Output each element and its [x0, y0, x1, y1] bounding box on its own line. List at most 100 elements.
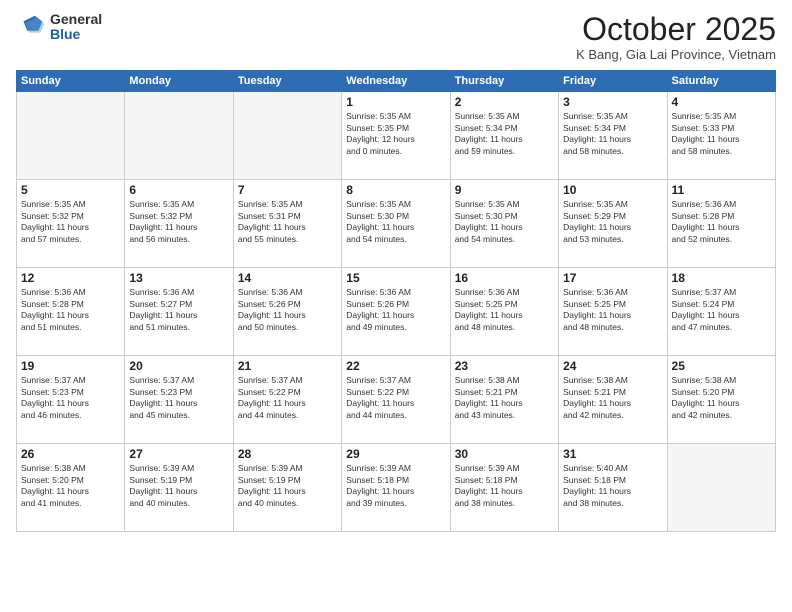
day-info: Sunrise: 5:38 AMSunset: 5:21 PMDaylight:…	[455, 375, 554, 421]
day-number: 24	[563, 359, 662, 373]
day-number: 11	[672, 183, 771, 197]
table-row: 12 Sunrise: 5:36 AMSunset: 5:28 PMDayligh…	[17, 268, 125, 356]
table-row: 25Sunrise: 5:38 AMSunset: 5:20 PMDayligh…	[667, 356, 775, 444]
day-info: Sunrise: 5:35 AMSunset: 5:32 PMDaylight:…	[129, 199, 228, 245]
table-row	[125, 92, 233, 180]
table-row: 31Sunrise: 5:40 AMSunset: 5:18 PMDayligh…	[559, 444, 667, 532]
table-row: 21 Sunrise: 5:37 AMSunset: 5:22 PMDayligh…	[233, 356, 341, 444]
header-tuesday: Tuesday	[233, 71, 341, 92]
day-info: Sunrise: 5:39 AMSunset: 5:18 PMDaylight:…	[346, 463, 445, 509]
calendar-week-row: 1Sunrise: 5:35 AMSunset: 5:35 PMDaylight…	[17, 92, 776, 180]
calendar-table: Sunday Monday Tuesday Wednesday Thursday…	[16, 70, 776, 532]
day-number: 27	[129, 447, 228, 461]
table-row: 2 Sunrise: 5:35 AMSunset: 5:34 PMDaylight…	[450, 92, 558, 180]
day-info: Sunrise: 5:35 AMSunset: 5:30 PMDaylight:…	[455, 199, 554, 245]
logo: General Blue	[16, 12, 102, 43]
table-row: 8Sunrise: 5:35 AMSunset: 5:30 PMDaylight…	[342, 180, 450, 268]
table-row: 17Sunrise: 5:36 AMSunset: 5:25 PMDayligh…	[559, 268, 667, 356]
header-wednesday: Wednesday	[342, 71, 450, 92]
day-info: Sunrise: 5:38 AMSunset: 5:21 PMDaylight:…	[563, 375, 662, 421]
day-number: 23	[455, 359, 554, 373]
logo-blue-label: Blue	[50, 27, 102, 42]
day-info: Sunrise: 5:35 AMSunset: 5:32 PMDaylight:…	[21, 199, 120, 245]
header: General Blue October 2025 K Bang, Gia La…	[16, 12, 776, 62]
day-info: Sunrise: 5:37 AMSunset: 5:24 PMDaylight:…	[672, 287, 771, 333]
day-number: 8	[346, 183, 445, 197]
day-info: Sunrise: 5:38 AMSunset: 5:20 PMDaylight:…	[672, 375, 771, 421]
table-row: 24 Sunrise: 5:38 AMSunset: 5:21 PMDayligh…	[559, 356, 667, 444]
day-info: Sunrise: 5:37 AMSunset: 5:22 PMDaylight:…	[238, 375, 337, 421]
header-thursday: Thursday	[450, 71, 558, 92]
day-info: Sunrise: 5:35 AMSunset: 5:29 PMDaylight:…	[563, 199, 662, 245]
table-row	[667, 444, 775, 532]
table-row: 14 Sunrise: 5:36 AMSunset: 5:26 PMDayligh…	[233, 268, 341, 356]
calendar-week-row: 26 Sunrise: 5:38 AMSunset: 5:20 PMDayligh…	[17, 444, 776, 532]
day-number: 30	[455, 447, 554, 461]
day-number: 28	[238, 447, 337, 461]
day-number: 3	[563, 95, 662, 109]
day-info: Sunrise: 5:38 AMSunset: 5:20 PMDaylight:…	[21, 463, 120, 509]
table-row: 16Sunrise: 5:36 AMSunset: 5:25 PMDayligh…	[450, 268, 558, 356]
day-info: Sunrise: 5:37 AMSunset: 5:23 PMDaylight:…	[129, 375, 228, 421]
day-number: 14	[238, 271, 337, 285]
table-row: 6 Sunrise: 5:35 AMSunset: 5:32 PMDaylight…	[125, 180, 233, 268]
table-row: 18 Sunrise: 5:37 AMSunset: 5:24 PMDayligh…	[667, 268, 775, 356]
logo-general-label: General	[50, 12, 102, 27]
day-info: Sunrise: 5:35 AMSunset: 5:34 PMDaylight:…	[455, 111, 554, 157]
header-monday: Monday	[125, 71, 233, 92]
table-row: 28 Sunrise: 5:39 AMSunset: 5:19 PMDayligh…	[233, 444, 341, 532]
day-number: 7	[238, 183, 337, 197]
day-number: 19	[21, 359, 120, 373]
day-info: Sunrise: 5:39 AMSunset: 5:19 PMDaylight:…	[129, 463, 228, 509]
table-row: 3 Sunrise: 5:35 AMSunset: 5:34 PMDaylight…	[559, 92, 667, 180]
day-number: 10	[563, 183, 662, 197]
table-row	[233, 92, 341, 180]
table-row: 26 Sunrise: 5:38 AMSunset: 5:20 PMDayligh…	[17, 444, 125, 532]
table-row: 5 Sunrise: 5:35 AMSunset: 5:32 PMDaylight…	[17, 180, 125, 268]
table-row: 22Sunrise: 5:37 AMSunset: 5:22 PMDayligh…	[342, 356, 450, 444]
table-row: 4Sunrise: 5:35 AMSunset: 5:33 PMDaylight…	[667, 92, 775, 180]
day-number: 15	[346, 271, 445, 285]
table-row: 11Sunrise: 5:36 AMSunset: 5:28 PMDayligh…	[667, 180, 775, 268]
calendar-week-row: 19 Sunrise: 5:37 AMSunset: 5:23 PMDayligh…	[17, 356, 776, 444]
table-row: 10 Sunrise: 5:35 AMSunset: 5:29 PMDayligh…	[559, 180, 667, 268]
table-row	[17, 92, 125, 180]
header-friday: Friday	[559, 71, 667, 92]
day-info: Sunrise: 5:36 AMSunset: 5:26 PMDaylight:…	[238, 287, 337, 333]
calendar-week-row: 5 Sunrise: 5:35 AMSunset: 5:32 PMDaylight…	[17, 180, 776, 268]
day-number: 18	[672, 271, 771, 285]
location-label: K Bang, Gia Lai Province, Vietnam	[576, 47, 776, 62]
day-info: Sunrise: 5:39 AMSunset: 5:19 PMDaylight:…	[238, 463, 337, 509]
day-info: Sunrise: 5:35 AMSunset: 5:35 PMDaylight:…	[346, 111, 445, 157]
day-number: 2	[455, 95, 554, 109]
table-row: 20 Sunrise: 5:37 AMSunset: 5:23 PMDayligh…	[125, 356, 233, 444]
day-number: 26	[21, 447, 120, 461]
day-number: 21	[238, 359, 337, 373]
weekday-header-row: Sunday Monday Tuesday Wednesday Thursday…	[17, 71, 776, 92]
table-row: 23 Sunrise: 5:38 AMSunset: 5:21 PMDayligh…	[450, 356, 558, 444]
day-number: 13	[129, 271, 228, 285]
logo-icon	[16, 12, 46, 42]
day-info: Sunrise: 5:37 AMSunset: 5:23 PMDaylight:…	[21, 375, 120, 421]
day-number: 12	[21, 271, 120, 285]
day-info: Sunrise: 5:35 AMSunset: 5:34 PMDaylight:…	[563, 111, 662, 157]
day-info: Sunrise: 5:37 AMSunset: 5:22 PMDaylight:…	[346, 375, 445, 421]
day-number: 6	[129, 183, 228, 197]
table-row: 19 Sunrise: 5:37 AMSunset: 5:23 PMDayligh…	[17, 356, 125, 444]
table-row: 13 Sunrise: 5:36 AMSunset: 5:27 PMDayligh…	[125, 268, 233, 356]
day-info: Sunrise: 5:40 AMSunset: 5:18 PMDaylight:…	[563, 463, 662, 509]
day-info: Sunrise: 5:36 AMSunset: 5:26 PMDaylight:…	[346, 287, 445, 333]
day-info: Sunrise: 5:35 AMSunset: 5:33 PMDaylight:…	[672, 111, 771, 157]
day-info: Sunrise: 5:36 AMSunset: 5:28 PMDaylight:…	[21, 287, 120, 333]
title-block: October 2025 K Bang, Gia Lai Province, V…	[576, 12, 776, 62]
day-info: Sunrise: 5:39 AMSunset: 5:18 PMDaylight:…	[455, 463, 554, 509]
table-row: 9Sunrise: 5:35 AMSunset: 5:30 PMDaylight…	[450, 180, 558, 268]
header-sunday: Sunday	[17, 71, 125, 92]
day-number: 17	[563, 271, 662, 285]
day-info: Sunrise: 5:35 AMSunset: 5:31 PMDaylight:…	[238, 199, 337, 245]
calendar-week-row: 12 Sunrise: 5:36 AMSunset: 5:28 PMDayligh…	[17, 268, 776, 356]
logo-text: General Blue	[50, 12, 102, 43]
day-number: 5	[21, 183, 120, 197]
day-info: Sunrise: 5:36 AMSunset: 5:27 PMDaylight:…	[129, 287, 228, 333]
day-number: 20	[129, 359, 228, 373]
